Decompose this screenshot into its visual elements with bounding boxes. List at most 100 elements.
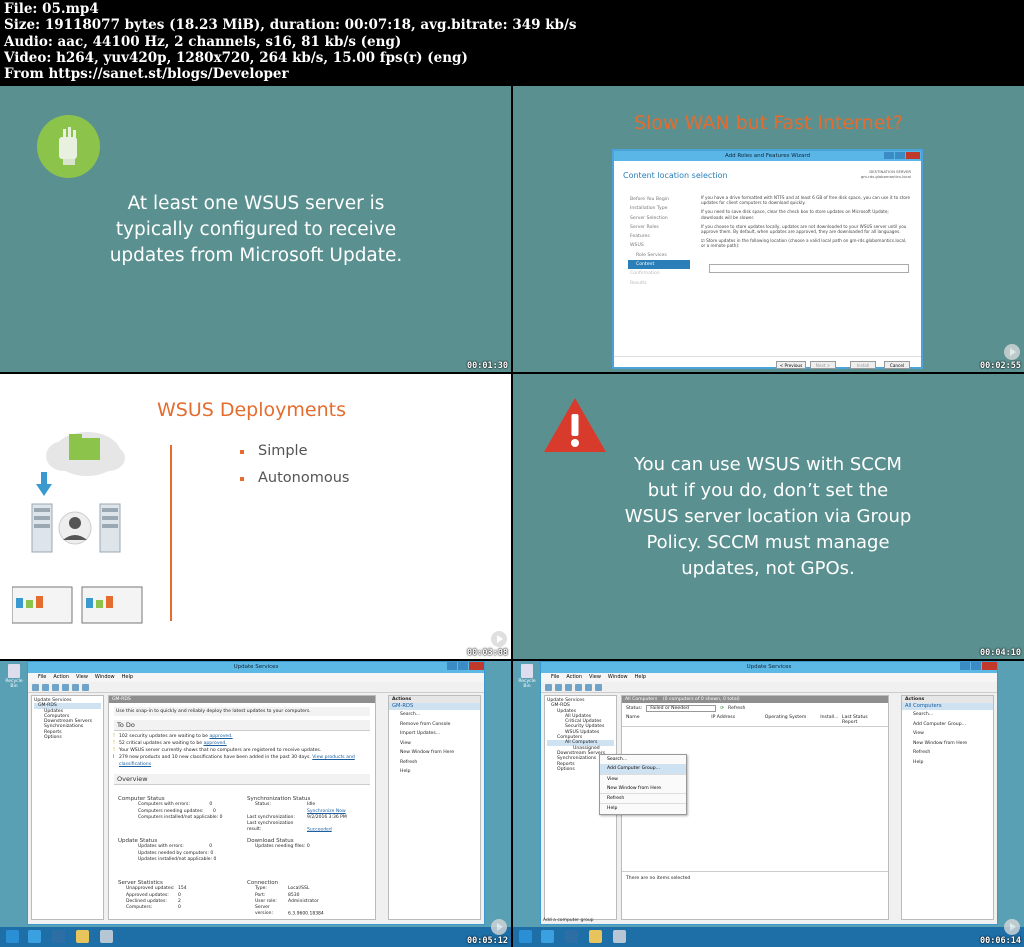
pane-header: All Computers (0 computers of 0 shown, 0… (622, 696, 888, 703)
help-icon[interactable] (72, 684, 79, 691)
sync-status: Synchronization Status Status: Idle Synch… (247, 796, 347, 833)
menu-file[interactable]: File (38, 673, 46, 682)
ctx-item[interactable]: Search... (600, 755, 686, 764)
action-item[interactable]: Refresh (902, 748, 993, 758)
ctx-item[interactable]: View (600, 773, 686, 784)
todo-item: 102 security updates are waiting to be a… (109, 733, 375, 740)
close-button[interactable] (469, 662, 484, 670)
action-item[interactable]: View (389, 739, 480, 749)
start-icon[interactable] (6, 930, 19, 943)
col-name[interactable]: Name (626, 715, 711, 725)
frame-3: WSUS Deployments Simple Autonomous 00:03… (0, 374, 511, 659)
col-install[interactable]: Install... (820, 715, 842, 725)
tree-item[interactable]: Options (34, 735, 101, 740)
action-item[interactable]: Search... (389, 710, 480, 720)
menu-view[interactable]: View (76, 673, 88, 682)
action-item[interactable]: New Window from Here (902, 739, 993, 749)
actions-selected: All Computers (902, 703, 993, 710)
powershell-icon[interactable] (565, 930, 578, 943)
timestamp: 00:04:10 (980, 648, 1021, 658)
menu-window[interactable]: Window (95, 673, 115, 682)
synchronize-now-link[interactable]: Synchronize Now (307, 809, 346, 814)
back-icon[interactable] (32, 684, 39, 691)
action-item[interactable]: Import Updates... (389, 729, 480, 739)
nav-item[interactable]: Role Services (628, 251, 690, 260)
action-item[interactable]: Refresh (389, 758, 480, 768)
powershell-icon[interactable] (52, 930, 65, 943)
col-last-status[interactable]: Last Status Report (842, 715, 884, 725)
explorer-icon[interactable] (76, 930, 89, 943)
server-manager-icon[interactable] (28, 930, 41, 943)
update-services-taskbar-icon[interactable] (100, 930, 113, 943)
menu-help[interactable]: Help (635, 673, 646, 682)
explorer-icon[interactable] (589, 930, 602, 943)
show-tree-icon[interactable] (62, 684, 69, 691)
timestamp: 00:06:14 (980, 936, 1021, 946)
source-info: From https://sanet.st/blogs/Developer (4, 66, 289, 83)
actions-title: Actions (902, 696, 993, 703)
action-item[interactable]: View (902, 729, 993, 739)
properties-icon[interactable] (82, 684, 89, 691)
status-select[interactable]: Failed or Needed (646, 705, 717, 712)
up-icon[interactable] (52, 684, 59, 691)
minimize-button[interactable] (884, 152, 894, 159)
nav-item[interactable]: WSUS (628, 241, 690, 250)
path-input[interactable] (709, 264, 909, 273)
recycle-bin-icon[interactable]: Recycle Bin (5, 664, 23, 689)
succeeded-link[interactable]: Succeeded (307, 827, 332, 832)
menu-file[interactable]: File (551, 673, 559, 682)
action-item[interactable]: Add Computer Group... (902, 720, 993, 730)
frame-4: You can use WSUS with SCCM but if you do… (513, 374, 1024, 659)
install-button[interactable]: Install (850, 361, 876, 369)
action-item[interactable]: Search... (902, 710, 993, 720)
maximize-button[interactable] (971, 662, 981, 670)
forward-icon[interactable] (555, 684, 562, 691)
maximize-button[interactable] (895, 152, 905, 159)
approved-link[interactable]: approved. (204, 741, 227, 746)
menu-help[interactable]: Help (122, 673, 133, 682)
nav-item[interactable]: Before You Begin (628, 195, 690, 204)
back-icon[interactable] (545, 684, 552, 691)
ctx-item[interactable]: Refresh (600, 793, 686, 803)
forward-icon[interactable] (42, 684, 49, 691)
next-button[interactable]: Next > (810, 361, 836, 369)
refresh-icon[interactable]: ⟳ (720, 706, 724, 711)
help-icon[interactable] (585, 684, 592, 691)
approved-link[interactable]: approved. (209, 734, 232, 739)
action-item[interactable]: Remove from Console (389, 720, 480, 730)
server-statistics: Server Statistics Unapproved updates: 154… (118, 880, 187, 911)
timestamp: 00:05:12 (467, 936, 508, 946)
cancel-button[interactable]: Cancel (884, 361, 910, 369)
col-ip[interactable]: IP Address (711, 715, 765, 725)
server-manager-icon[interactable] (541, 930, 554, 943)
minimize-button[interactable] (960, 662, 970, 670)
menu-action[interactable]: Action (566, 673, 582, 682)
menu-window[interactable]: Window (608, 673, 628, 682)
properties-icon[interactable] (595, 684, 602, 691)
up-icon[interactable] (565, 684, 572, 691)
previous-button[interactable]: < Previous (776, 361, 806, 369)
minimize-button[interactable] (447, 662, 457, 670)
menu-view[interactable]: View (589, 673, 601, 682)
maximize-button[interactable] (458, 662, 468, 670)
nav-item[interactable]: Installation Type (628, 204, 690, 213)
close-button[interactable] (906, 152, 920, 159)
ctx-item[interactable]: Add Computer Group... (600, 764, 686, 774)
nav-item[interactable]: Server Selection (628, 214, 690, 223)
action-item[interactable]: Help (902, 758, 993, 768)
show-tree-icon[interactable] (575, 684, 582, 691)
update-services-taskbar-icon[interactable] (613, 930, 626, 943)
action-item[interactable]: Help (389, 767, 480, 777)
nav-item[interactable]: Features (628, 232, 690, 241)
nav-item[interactable]: Server Roles (628, 223, 690, 232)
menu-action[interactable]: Action (53, 673, 69, 682)
refresh-button[interactable]: Refresh (728, 706, 745, 711)
close-button[interactable] (982, 662, 997, 670)
ctx-item[interactable]: Help (600, 803, 686, 813)
action-item[interactable]: New Window from Here (389, 748, 480, 758)
col-os[interactable]: Operating System (765, 715, 821, 725)
recycle-bin-icon[interactable]: Recycle Bin (518, 664, 536, 689)
ctx-item[interactable]: New Window from Here (600, 784, 686, 793)
nav-item-active[interactable]: Content (628, 260, 690, 270)
start-icon[interactable] (519, 930, 532, 943)
